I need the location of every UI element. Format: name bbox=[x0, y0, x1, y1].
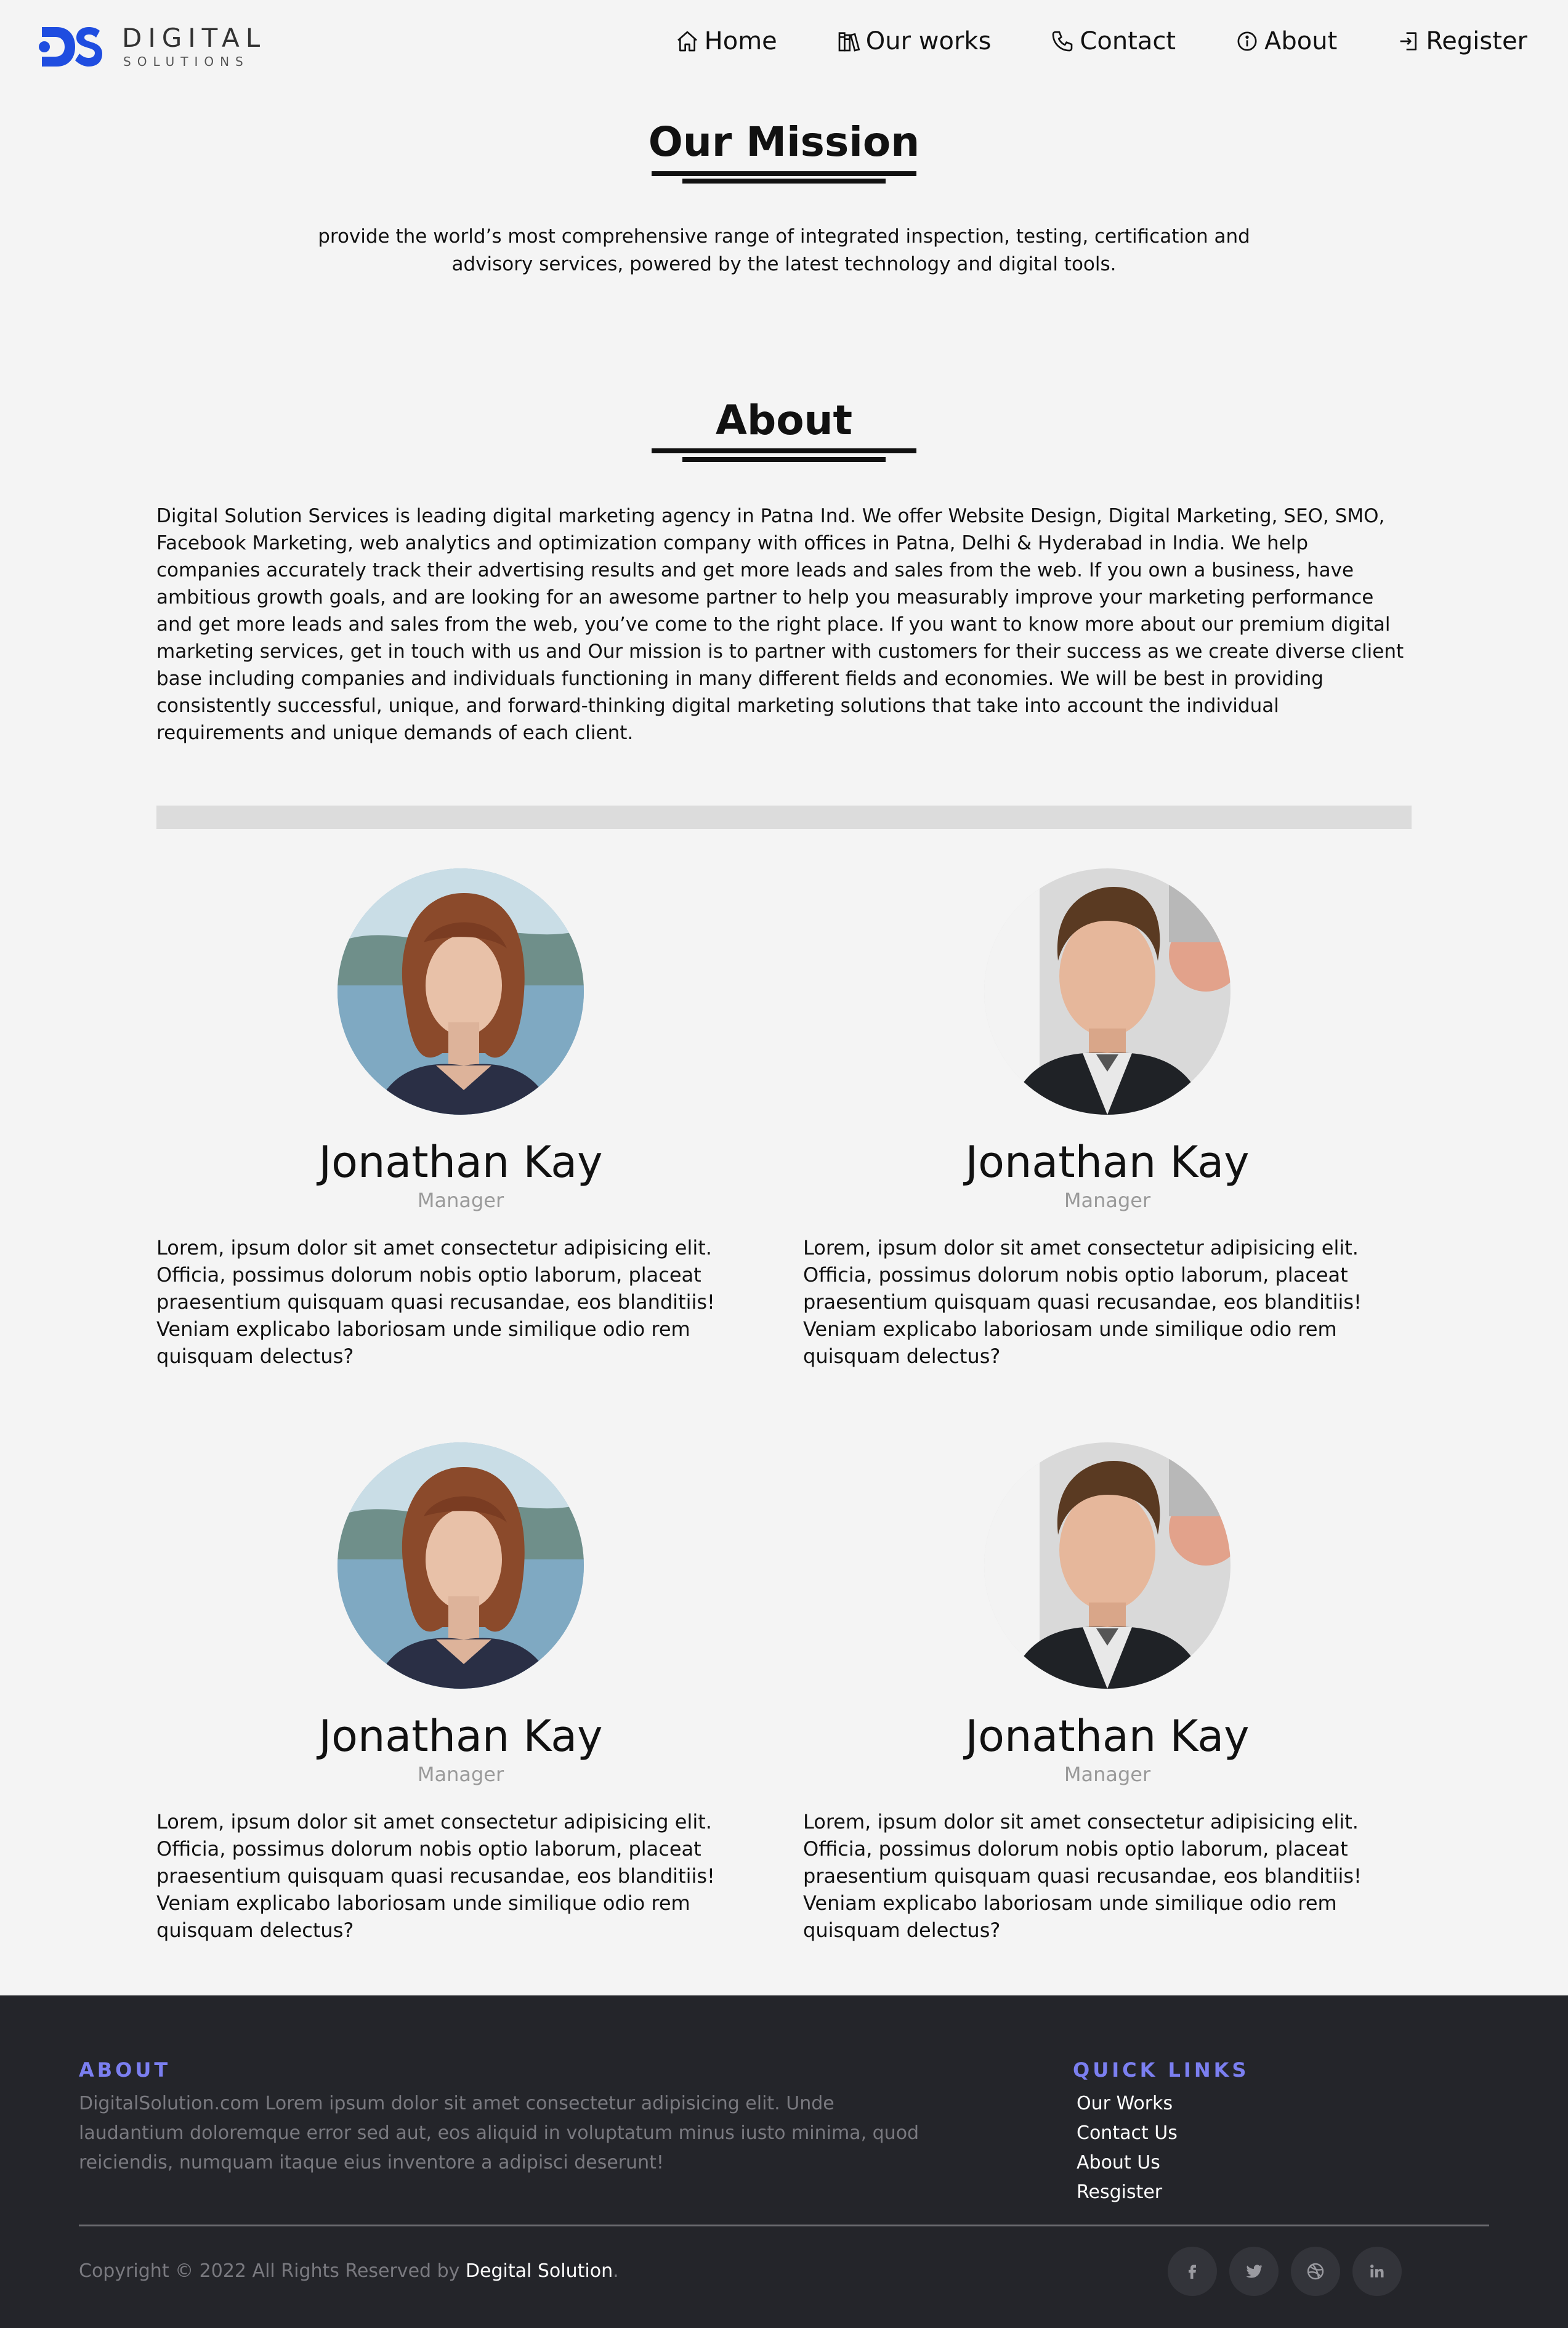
avatar bbox=[337, 1442, 584, 1689]
member-role: Manager bbox=[417, 1763, 504, 1786]
nav-about[interactable]: About bbox=[1235, 27, 1337, 55]
footer-links-heading: QUICK LINKS bbox=[1073, 2058, 1250, 2082]
section-divider bbox=[156, 806, 1412, 829]
nav-our-works-label: Our works bbox=[865, 27, 992, 55]
woman-portrait-photo bbox=[337, 1442, 584, 1689]
footer-link-about-us[interactable]: About Us bbox=[1077, 2148, 1178, 2178]
dribbble-icon bbox=[1307, 2263, 1324, 2280]
footer-copyright: Copyright © 2022 All Rights Reserved by … bbox=[79, 2260, 619, 2282]
phone-icon bbox=[1050, 29, 1075, 54]
main-nav: Home Our works Contact About Register bbox=[675, 27, 1527, 55]
member-bio: Lorem, ipsum dolor sit amet consectetur … bbox=[156, 1236, 715, 1368]
footer-quick-links: Our Works Contact Us About Us Resgister bbox=[1077, 2089, 1178, 2207]
member-name: Jonathan Kay bbox=[965, 1711, 1250, 1761]
ds-logo-icon bbox=[38, 25, 102, 69]
linkedin-button[interactable] bbox=[1352, 2247, 1402, 2296]
nav-register[interactable]: Register bbox=[1396, 27, 1527, 55]
brand-subtitle: SOLUTIONS bbox=[123, 54, 249, 69]
copyright-suffix: . bbox=[613, 2260, 619, 2282]
member-name: Jonathan Kay bbox=[318, 1137, 603, 1187]
site-header: DIGITAL SOLUTIONS Home Our works Contact bbox=[0, 0, 1568, 90]
avatar bbox=[984, 868, 1231, 1115]
about-title-underline bbox=[652, 448, 916, 453]
avatar bbox=[337, 868, 584, 1115]
member-name: Jonathan Kay bbox=[965, 1137, 1250, 1187]
nav-about-label: About bbox=[1264, 27, 1338, 55]
mission-title-underline bbox=[652, 171, 916, 176]
mission-title: Our Mission bbox=[648, 118, 920, 166]
mission-title-underline-inner bbox=[682, 179, 886, 184]
footer-link-our-works[interactable]: Our Works bbox=[1077, 2089, 1178, 2119]
member-bio: Lorem, ipsum dolor sit amet consectetur … bbox=[803, 1810, 1362, 1942]
nav-contact[interactable]: Contact bbox=[1050, 27, 1176, 55]
linkedin-icon bbox=[1370, 2265, 1384, 2277]
facebook-button[interactable] bbox=[1168, 2247, 1217, 2296]
woman-portrait-photo bbox=[337, 868, 584, 1115]
nav-contact-label: Contact bbox=[1080, 27, 1176, 55]
footer-divider bbox=[79, 2225, 1489, 2226]
member-role: Manager bbox=[1064, 1189, 1151, 1212]
info-icon bbox=[1235, 29, 1259, 54]
member-name: Jonathan Kay bbox=[318, 1711, 603, 1761]
about-text: Digital Solution Services is leading dig… bbox=[156, 505, 1404, 744]
about-title-underline-inner bbox=[682, 457, 886, 462]
brand-title: DIGITAL bbox=[122, 23, 267, 53]
man-portrait-photo bbox=[984, 868, 1231, 1115]
man-portrait-photo bbox=[984, 1442, 1231, 1689]
copyright-brand-link[interactable]: Degital Solution bbox=[466, 2260, 613, 2282]
footer-link-contact-us[interactable]: Contact Us bbox=[1077, 2119, 1178, 2148]
mission-text: provide the world’s most comprehensive r… bbox=[318, 225, 1250, 275]
home-icon bbox=[675, 29, 700, 54]
member-bio: Lorem, ipsum dolor sit amet consectetur … bbox=[156, 1810, 715, 1942]
copyright-prefix: Copyright © 2022 All Rights Reserved by bbox=[79, 2260, 466, 2282]
twitter-button[interactable] bbox=[1229, 2247, 1279, 2296]
nav-our-works[interactable]: Our works bbox=[836, 27, 992, 55]
brand-logo[interactable]: DIGITAL SOLUTIONS bbox=[38, 22, 266, 71]
member-bio: Lorem, ipsum dolor sit amet consectetur … bbox=[803, 1236, 1362, 1368]
member-role: Manager bbox=[1064, 1763, 1151, 1786]
footer-link-register[interactable]: Resgister bbox=[1077, 2178, 1178, 2207]
books-icon bbox=[836, 29, 861, 54]
sign-in-icon bbox=[1396, 29, 1421, 54]
twitter-icon bbox=[1246, 2265, 1263, 2278]
nav-home[interactable]: Home bbox=[675, 27, 777, 55]
footer-about-text: DigitalSolution.com Lorem ipsum dolor si… bbox=[79, 2093, 919, 2173]
member-role: Manager bbox=[417, 1189, 504, 1212]
avatar bbox=[984, 1442, 1231, 1689]
dribbble-button[interactable] bbox=[1291, 2247, 1340, 2296]
about-title: About bbox=[715, 397, 853, 444]
facebook-icon bbox=[1189, 2265, 1196, 2279]
nav-register-label: Register bbox=[1426, 27, 1527, 55]
footer-about-heading: ABOUT bbox=[79, 2058, 171, 2082]
nav-home-label: Home bbox=[704, 27, 777, 55]
